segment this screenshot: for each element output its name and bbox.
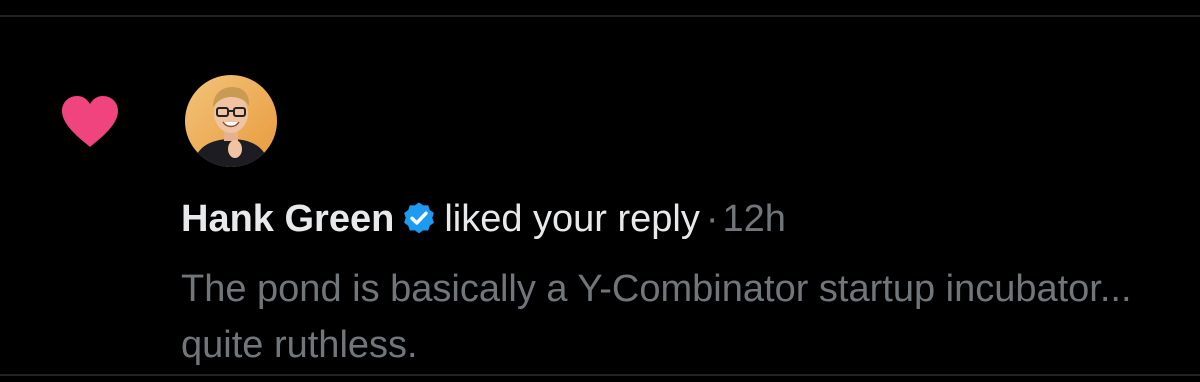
- reply-text[interactable]: The pond is basically a Y-Combinator sta…: [181, 261, 1141, 373]
- heart-icon: [58, 93, 122, 149]
- notification-headline: Hank Green liked your reply · 12h: [181, 195, 786, 243]
- timestamp[interactable]: 12h: [723, 198, 786, 240]
- meta-separator: ·: [705, 198, 719, 240]
- author-name[interactable]: Hank Green: [181, 198, 394, 240]
- verified-badge-icon: [400, 200, 438, 238]
- action-text: liked your reply: [444, 198, 700, 240]
- avatar[interactable]: [185, 75, 277, 167]
- bottom-divider: [0, 374, 1200, 376]
- like-notification[interactable]: Hank Green liked your reply · 12h The pond…: [0, 17, 1200, 374]
